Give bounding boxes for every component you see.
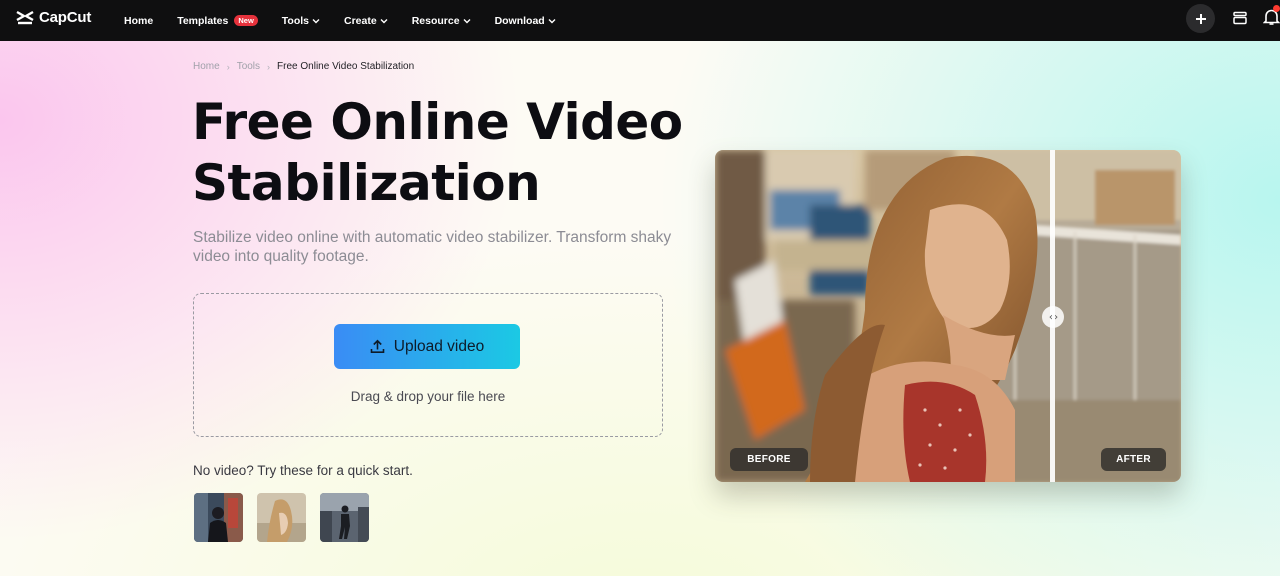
breadcrumb-chevron-icon: ›	[267, 61, 271, 72]
logo-text: CapCut	[39, 9, 92, 26]
nav-resource-label: Resource	[411, 14, 460, 27]
page-title: Free Online Video Stabilization	[192, 93, 683, 212]
before-label: BEFORE	[730, 448, 808, 471]
nav-create-label: Create	[344, 14, 377, 27]
upload-dropzone[interactable]: Upload video Drag & drop your file here	[193, 293, 663, 437]
nav-home-label: Home	[124, 14, 154, 27]
capcut-logo-icon	[16, 10, 34, 24]
after-label: AFTER	[1101, 448, 1166, 471]
upload-icon	[370, 339, 385, 353]
chevron-down-icon	[548, 18, 556, 23]
nav-home[interactable]: Home	[124, 15, 153, 27]
drop-hint: Drag & drop your file here	[350, 389, 506, 404]
chevron-down-icon	[312, 18, 320, 23]
breadcrumb-chevron-icon: ›	[226, 61, 230, 72]
breadcrumb: Home › Tools › Free Online Video Stabili…	[193, 61, 414, 72]
nav-tools[interactable]: Tools	[282, 15, 320, 27]
breadcrumb-tools[interactable]: Tools	[237, 61, 260, 72]
breadcrumb-home[interactable]: Home	[193, 61, 220, 72]
nav-create[interactable]: Create	[344, 15, 388, 27]
page-subtitle: Stabilize video online with automatic vi…	[193, 229, 672, 265]
new-badge: New	[234, 15, 258, 26]
quick-start-label: No video? Try these for a quick start.	[193, 463, 413, 478]
chevron-down-icon	[380, 18, 388, 23]
upload-video-label: Upload video	[393, 337, 485, 355]
main-menu: Home Templates New Tools Create Resource…	[124, 0, 580, 41]
notification-dot	[1273, 5, 1280, 12]
nav-resource[interactable]: Resource	[412, 15, 471, 27]
sample-video-thumb-1[interactable]	[194, 493, 243, 542]
before-after-preview[interactable]: ‹ › BEFORE AFTER	[715, 150, 1181, 482]
nav-templates[interactable]: Templates New	[177, 15, 258, 27]
stabilization-preview-image	[715, 150, 1181, 482]
nav-download-label: Download	[494, 14, 545, 27]
comparison-slider-handle[interactable]: ‹ ›	[1042, 306, 1064, 328]
sample-videos	[194, 493, 369, 542]
chevron-down-icon	[463, 18, 471, 23]
nav-templates-label: Templates	[177, 14, 229, 27]
upload-video-button[interactable]: Upload video	[334, 324, 520, 369]
capcut-logo[interactable]: CapCut	[15, 9, 91, 26]
plus-icon	[1195, 13, 1206, 24]
create-plus-button[interactable]	[1186, 4, 1215, 33]
stack-icon[interactable]	[1232, 10, 1248, 26]
sample-video-thumb-3[interactable]	[320, 493, 369, 542]
nav-download[interactable]: Download	[495, 15, 556, 27]
sample-video-thumb-2[interactable]	[257, 493, 306, 542]
top-nav: CapCut Home Templates New Tools Create R…	[0, 0, 1280, 41]
nav-tools-label: Tools	[281, 14, 310, 27]
breadcrumb-current: Free Online Video Stabilization	[277, 61, 415, 72]
drag-arrows-icon: ‹ ›	[1048, 311, 1058, 323]
